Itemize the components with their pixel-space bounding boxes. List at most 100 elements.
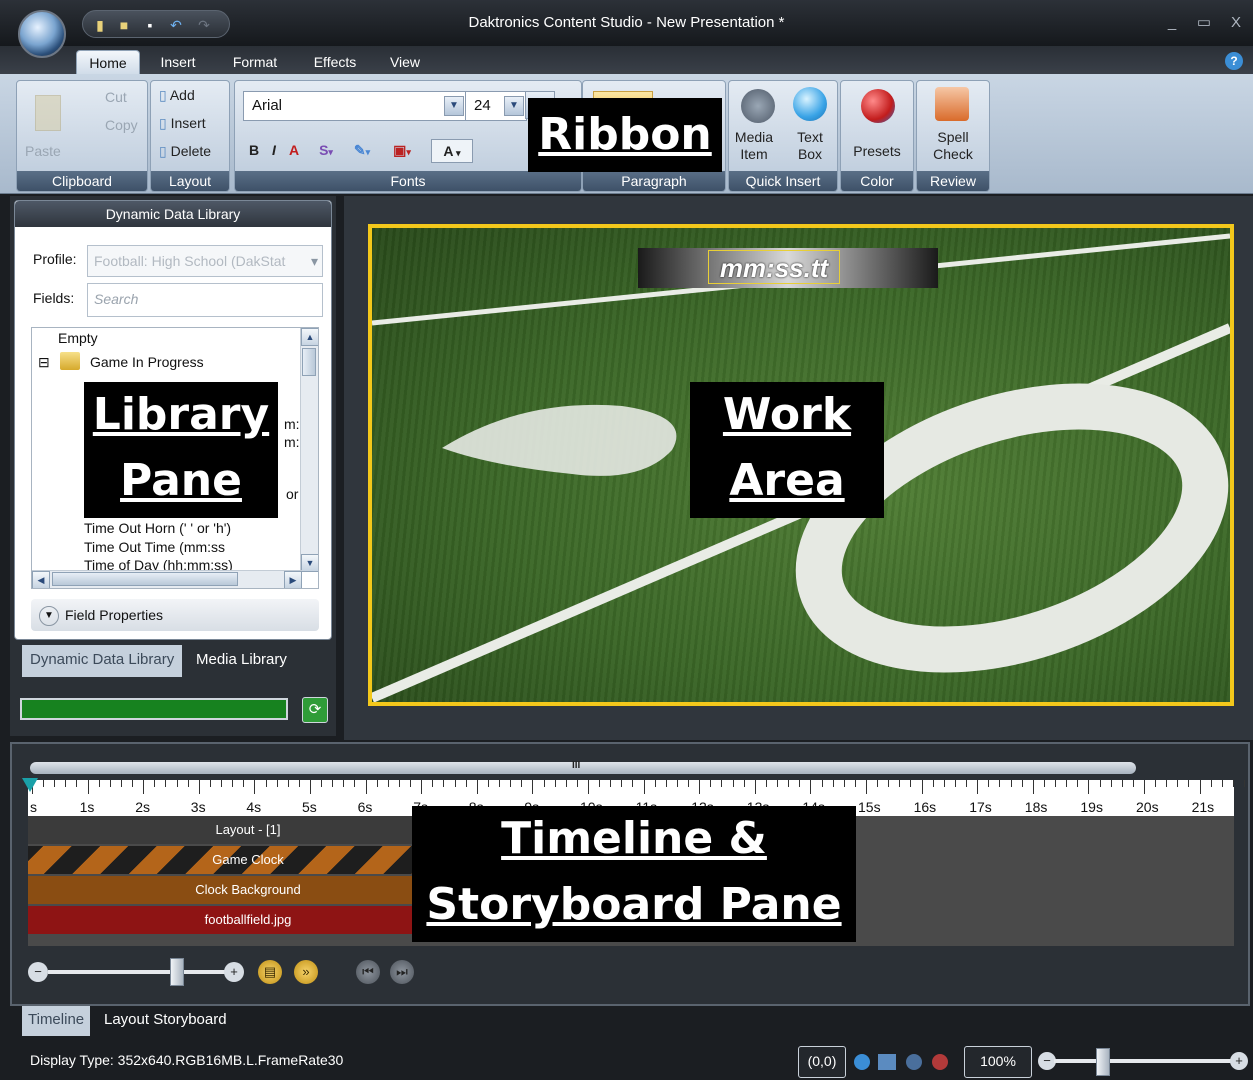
collapse-icon[interactable]: ⊟: [38, 354, 50, 371]
scroll-grip: III: [572, 760, 581, 771]
tab-insert[interactable]: Insert: [150, 50, 206, 74]
paste-button[interactable]: Paste: [25, 143, 61, 159]
tab-format[interactable]: Format: [224, 50, 286, 74]
ruler-minor-tick: [632, 780, 634, 787]
help-icon[interactable]: ?: [1225, 52, 1243, 70]
track-game-clock[interactable]: Game Clock: [28, 846, 468, 874]
font-family-select[interactable]: Arial ▼: [243, 91, 467, 121]
tab-home[interactable]: Home: [76, 50, 140, 75]
skip-back-icon[interactable]: ⏮: [356, 960, 380, 984]
ruler-tick: [1032, 780, 1034, 794]
tree-folder-game-in-progress[interactable]: Game In Progress: [90, 354, 204, 370]
track-clock-background[interactable]: Clock Background: [28, 876, 468, 904]
library-callout-line2: Pane: [120, 455, 242, 506]
application-menu-button[interactable]: [18, 10, 66, 58]
media-item-button[interactable]: Media Item: [731, 129, 777, 163]
copy-button[interactable]: Copy: [105, 117, 138, 133]
tree-item-time-out-time[interactable]: Time Out Time (mm:ss: [84, 539, 225, 555]
zoom-in-icon[interactable]: +: [224, 962, 244, 982]
maximize-button[interactable]: ▭: [1192, 12, 1216, 34]
strikethrough-button[interactable]: S▾: [311, 139, 341, 161]
scroll-thumb[interactable]: [302, 348, 316, 376]
record-icon[interactable]: [932, 1054, 948, 1070]
library-pane-callout: Library Pane: [84, 382, 278, 518]
playhead-marker[interactable]: [22, 778, 38, 792]
text-color-button[interactable]: A: [285, 139, 303, 161]
chevron-down-icon: ▼: [444, 96, 464, 116]
scroll-thumb[interactable]: [52, 572, 238, 586]
zoom-level[interactable]: 100%: [964, 1046, 1032, 1078]
track-layout[interactable]: Layout - [1]: [28, 816, 468, 844]
search-input[interactable]: Search: [87, 283, 323, 317]
scroll-left-icon[interactable]: ◀: [32, 571, 50, 588]
pause-icon[interactable]: [906, 1054, 922, 1070]
tab-effects[interactable]: Effects: [304, 50, 366, 74]
ruler-minor-tick: [1132, 780, 1134, 787]
canvas-zoom-thumb[interactable]: [1096, 1048, 1110, 1076]
scroll-right-icon[interactable]: ▶: [284, 571, 302, 588]
tab-view[interactable]: View: [380, 50, 430, 74]
skip-forward-icon[interactable]: ⏭: [390, 960, 414, 984]
scroll-down-icon[interactable]: ▼: [301, 554, 318, 572]
italic-button[interactable]: I: [267, 139, 281, 161]
border-color-button[interactable]: ▣▾: [385, 139, 419, 161]
font-size-select[interactable]: 24 ▼: [465, 91, 527, 121]
ruler-minor-tick: [321, 780, 323, 787]
scroll-up-icon[interactable]: ▲: [301, 328, 318, 346]
timeline-zoom-track[interactable]: [48, 970, 226, 974]
profile-select[interactable]: Football: High School (DakStat ▾: [87, 245, 323, 277]
tab-layout-storyboard[interactable]: Layout Storyboard: [98, 1006, 233, 1036]
tree-item-empty[interactable]: Empty: [58, 330, 98, 346]
ruler-tick: [476, 780, 478, 794]
bold-button[interactable]: B: [245, 139, 263, 161]
ruler-minor-tick: [43, 780, 45, 787]
tree-item-time-out-horn[interactable]: Time Out Horn (' ' or 'h'): [84, 520, 231, 536]
spell-check-button[interactable]: Spell Check: [919, 129, 987, 163]
fast-forward-icon[interactable]: »: [294, 960, 318, 984]
chevron-down-icon: ▾: [365, 147, 371, 157]
ruler-minor-tick: [54, 780, 56, 787]
font-options-button[interactable]: A ▾: [431, 139, 473, 163]
tree-vertical-scrollbar[interactable]: ▲ ▼: [300, 328, 318, 572]
ruler-tick: [921, 780, 923, 794]
insert-layout-button[interactable]: ▯ Insert: [159, 115, 206, 132]
ruler-minor-tick: [966, 780, 968, 787]
delete-layout-button[interactable]: ▯ Delete: [159, 143, 211, 160]
clock-background[interactable]: mm:ss.tt: [638, 248, 938, 288]
tab-dynamic-data-library[interactable]: Dynamic Data Library: [22, 645, 183, 677]
add-layout-button[interactable]: ▯ Add: [159, 87, 195, 104]
zoom-out-icon[interactable]: −: [28, 962, 48, 982]
timeline-zoom-thumb[interactable]: [170, 958, 184, 986]
presets-button[interactable]: Presets: [843, 143, 911, 160]
ruler-minor-tick: [76, 780, 78, 787]
zoom-in-icon[interactable]: +: [1230, 1052, 1248, 1070]
timeline-scrollbar[interactable]: III: [30, 760, 1136, 774]
ruler-tick: [699, 780, 701, 794]
ruler-minor-tick: [487, 780, 489, 787]
play-icon[interactable]: [854, 1054, 870, 1070]
canvas-zoom-track[interactable]: [1054, 1059, 1232, 1063]
progress-bar: [20, 698, 288, 720]
chevron-down-icon: ▼: [39, 606, 59, 627]
cut-button[interactable]: Cut: [105, 89, 127, 105]
minimize-button[interactable]: _: [1160, 12, 1184, 34]
film-strip-icon[interactable]: ▤: [258, 960, 282, 984]
field-properties-expander[interactable]: ▼ Field Properties: [31, 599, 319, 631]
tab-timeline[interactable]: Timeline: [22, 1006, 91, 1036]
ruler-minor-tick: [187, 780, 189, 787]
highlight-button[interactable]: ✎▾: [345, 139, 379, 161]
game-clock-text[interactable]: mm:ss.tt: [708, 250, 840, 284]
tree-horizontal-scrollbar[interactable]: ◀ ▶: [32, 570, 302, 588]
ruler-tick: [1088, 780, 1090, 794]
paragraph-group-label: Paragraph: [583, 171, 725, 191]
chevron-down-icon: ▼: [504, 96, 524, 116]
chevron-down-icon: ▾: [310, 253, 318, 269]
tab-media-library[interactable]: Media Library: [188, 645, 295, 677]
close-button[interactable]: X: [1224, 12, 1248, 34]
ruler-label: 17s: [969, 799, 992, 815]
track-footballfield[interactable]: footballfield.jpg: [28, 906, 468, 934]
refresh-icon[interactable]: ⟳: [302, 697, 328, 723]
export-icon[interactable]: [878, 1054, 896, 1070]
ruler-minor-tick: [298, 780, 300, 787]
text-box-button[interactable]: Text Box: [787, 129, 833, 163]
